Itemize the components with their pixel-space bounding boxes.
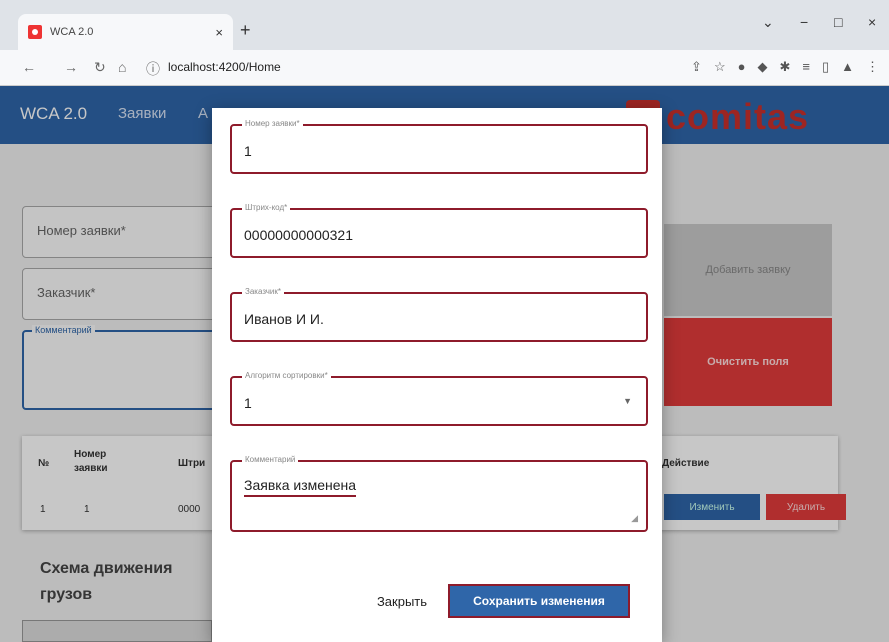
minimize-icon[interactable]: − bbox=[800, 14, 808, 30]
field-label: Заказчик* bbox=[242, 287, 284, 296]
extension-icons: ⇪ ☆ ● ◆ ✱ ≡ ▯ ▲ ⋮ bbox=[691, 59, 879, 75]
app-favicon-icon bbox=[28, 25, 42, 39]
field-value[interactable]: Иванов И И. bbox=[244, 311, 324, 327]
extension-icon[interactable]: ● bbox=[738, 59, 746, 75]
new-tab-icon[interactable]: + bbox=[240, 20, 251, 41]
back-icon[interactable]: ← bbox=[22, 59, 36, 75]
site-info-icon[interactable]: ⓘ bbox=[146, 59, 160, 79]
save-changes-button[interactable]: Сохранить изменения bbox=[448, 584, 630, 618]
shield-icon[interactable]: ◆ bbox=[757, 59, 767, 75]
profile-icon[interactable]: ▲ bbox=[841, 59, 854, 75]
star-icon[interactable]: ☆ bbox=[714, 59, 726, 75]
address-bar: ← → ↻ ⌂ ⓘ localhost:4200/Home ⇪ ☆ ● ◆ ✱ … bbox=[0, 50, 889, 86]
sidebar-icon[interactable]: ▯ bbox=[822, 59, 829, 75]
field-value[interactable]: 00000000000321 bbox=[244, 227, 353, 243]
forward-icon[interactable]: → bbox=[64, 59, 78, 75]
maximize-icon[interactable]: □ bbox=[834, 14, 842, 30]
url-field[interactable]: localhost:4200/Home bbox=[168, 60, 281, 74]
field-value[interactable]: Заявка изменена bbox=[244, 477, 357, 497]
share-icon[interactable]: ⇪ bbox=[691, 59, 702, 75]
tab-search-chevron-icon[interactable]: ⌄ bbox=[762, 14, 774, 31]
window-close-icon[interactable]: × bbox=[868, 14, 876, 30]
field-label: Алгоритм сортировки* bbox=[242, 371, 331, 380]
dropdown-arrow-icon[interactable]: ▼ bbox=[623, 396, 632, 406]
edit-order-dialog: Номер заявки* 1 Штрих-код* 0000000000032… bbox=[212, 108, 662, 642]
modal-customer-field[interactable]: Заказчик* Иванов И И. bbox=[230, 287, 648, 342]
home-icon[interactable]: ⌂ bbox=[118, 59, 126, 75]
browser-tabbar: WCA 2.0 × + ⌄ − □ × bbox=[0, 0, 889, 50]
field-value[interactable]: 1 bbox=[244, 143, 252, 159]
field-label: Комментарий bbox=[242, 455, 299, 464]
tab-title: WCA 2.0 bbox=[50, 26, 94, 38]
browser-tab[interactable]: WCA 2.0 × bbox=[18, 14, 233, 50]
modal-comment-field[interactable]: Комментарий Заявка изменена ◢ bbox=[230, 455, 648, 532]
reload-icon[interactable]: ↻ bbox=[94, 59, 106, 76]
modal-order-number-field[interactable]: Номер заявки* 1 bbox=[230, 119, 648, 174]
close-button[interactable]: Закрыть bbox=[364, 586, 440, 616]
puzzle-icon[interactable]: ✱ bbox=[779, 59, 790, 75]
field-label: Штрих-код* bbox=[242, 203, 291, 212]
modal-barcode-field[interactable]: Штрих-код* 00000000000321 bbox=[230, 203, 648, 258]
modal-sort-algorithm-select[interactable]: Алгоритм сортировки* 1 ▼ bbox=[230, 371, 648, 426]
menu-icon[interactable]: ⋮ bbox=[866, 59, 879, 75]
tab-close-icon[interactable]: × bbox=[215, 25, 223, 40]
field-value[interactable]: 1 bbox=[244, 395, 252, 411]
list-icon[interactable]: ≡ bbox=[802, 59, 810, 75]
field-label: Номер заявки* bbox=[242, 119, 303, 128]
resize-handle-icon[interactable]: ◢ bbox=[631, 513, 638, 524]
